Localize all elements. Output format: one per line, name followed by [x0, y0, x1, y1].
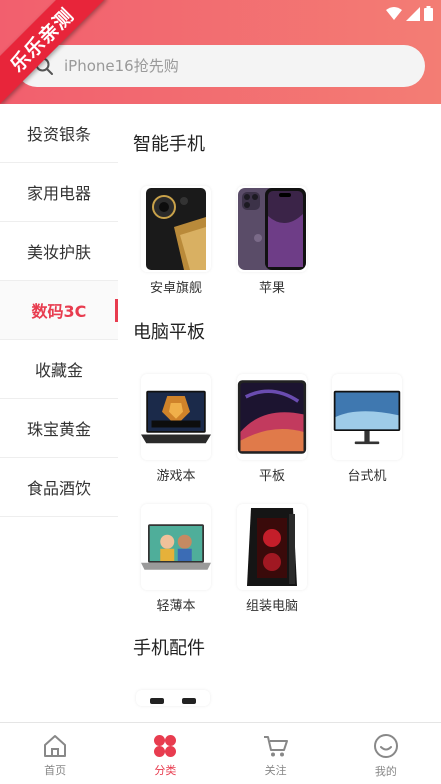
thin-laptop-image — [141, 504, 211, 590]
sidebar-item-investment-silver[interactable]: 投资银条 — [0, 104, 118, 163]
battery-icon — [424, 6, 433, 21]
tab-profile[interactable]: 我的 — [331, 723, 441, 784]
sidebar-item-digital-3c[interactable]: 数码3C — [0, 281, 118, 340]
desktop-monitor-image — [332, 374, 402, 460]
category-icon — [154, 734, 177, 757]
sidebar-item-food-drinks[interactable]: 食品酒饮 — [0, 458, 118, 517]
tab-category[interactable]: 分类 — [110, 723, 220, 784]
tab-label: 分类 — [154, 763, 177, 777]
iphone-image — [237, 186, 307, 272]
bottom-tab-bar: 首页 分类 关注 我的 — [0, 722, 441, 784]
section-title-computers-tablets: 电脑平板 — [133, 322, 205, 343]
section-title-phone-accessories: 手机配件 — [133, 638, 205, 659]
product-label: 组装电脑 — [245, 599, 298, 614]
tab-label: 首页 — [44, 763, 67, 777]
cart-icon — [263, 735, 288, 756]
tab-home[interactable]: 首页 — [0, 723, 110, 784]
signal-icon — [406, 6, 420, 21]
sidebar-item-home-appliances[interactable]: 家用电器 — [0, 163, 118, 222]
tablet-image — [237, 374, 307, 460]
search-input[interactable] — [64, 57, 384, 75]
product-label: 轻薄本 — [156, 599, 196, 614]
search-bar[interactable] — [16, 45, 425, 87]
pc-tower-image — [237, 504, 307, 590]
category-content: 智能手机 安卓旗舰 苹果 电脑平板 游戏本 平板 台式机 轻薄本 组装电脑 手机… — [118, 104, 441, 722]
gaming-laptop-image — [141, 374, 211, 460]
accessory-partial-image — [136, 690, 210, 706]
product-label: 游戏本 — [156, 469, 196, 484]
status-bar — [386, 6, 433, 21]
tab-follow[interactable]: 关注 — [221, 723, 331, 784]
tab-label: 我的 — [374, 764, 397, 778]
profile-icon — [373, 733, 398, 758]
sidebar-item-jewelry-gold[interactable]: 珠宝黄金 — [0, 399, 118, 458]
category-sidebar: 投资银条 家用电器 美妆护肤 数码3C 收藏金 珠宝黄金 食品酒饮 — [0, 104, 118, 722]
sidebar-item-beauty[interactable]: 美妆护肤 — [0, 222, 118, 281]
product-thin-laptop[interactable]: 轻薄本 — [136, 504, 216, 614]
section-title-smartphones: 智能手机 — [133, 134, 205, 155]
product-label: 台式机 — [347, 469, 387, 484]
android-phone-image — [141, 186, 211, 272]
product-desktop[interactable]: 台式机 — [327, 374, 407, 484]
product-label: 苹果 — [258, 281, 285, 296]
product-android-flagship[interactable]: 安卓旗舰 — [136, 186, 216, 296]
wifi-icon — [386, 6, 402, 20]
tab-label: 关注 — [264, 763, 287, 777]
sidebar-item-collectible-gold[interactable]: 收藏金 — [0, 340, 118, 399]
product-label: 平板 — [258, 469, 285, 484]
product-gaming-laptop[interactable]: 游戏本 — [136, 374, 216, 484]
product-tablet[interactable]: 平板 — [232, 374, 312, 484]
product-label: 安卓旗舰 — [149, 281, 202, 296]
product-custom-pc[interactable]: 组装电脑 — [232, 504, 312, 614]
product-apple[interactable]: 苹果 — [232, 186, 312, 296]
home-icon — [44, 734, 67, 757]
